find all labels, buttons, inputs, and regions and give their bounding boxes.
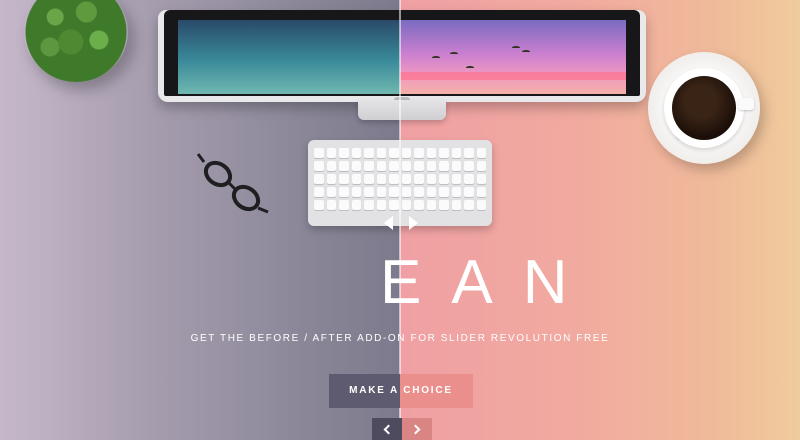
monitor-stand bbox=[358, 100, 446, 120]
glasses-icon bbox=[196, 153, 269, 214]
prev-slide-button[interactable] bbox=[372, 418, 402, 440]
bird-icon bbox=[522, 50, 530, 53]
monitor-image bbox=[158, 10, 646, 103]
chevron-left-icon bbox=[383, 424, 394, 434]
monitor-screen-after bbox=[400, 20, 626, 94]
next-slide-button[interactable] bbox=[402, 418, 432, 440]
monitor-screen-before bbox=[178, 20, 400, 94]
before-after-slider[interactable]: EAN GET THE BEFORE / AFTER ADD-ON FOR SL… bbox=[0, 0, 800, 440]
sunset-band bbox=[400, 72, 626, 80]
left-right-arrows-icon[interactable] bbox=[384, 213, 418, 233]
make-a-choice-button[interactable]: MAKE A CHOICE bbox=[329, 374, 473, 408]
coffee-surface bbox=[672, 76, 736, 140]
cta-label: MAKE A CHOICE bbox=[349, 385, 453, 396]
bird-icon bbox=[432, 56, 440, 59]
headline: EAN bbox=[0, 248, 800, 318]
subtitle: GET THE BEFORE / AFTER ADD-ON FOR SLIDER… bbox=[190, 333, 610, 344]
bird-icon bbox=[466, 66, 474, 69]
bird-icon bbox=[512, 46, 520, 49]
cup-handle bbox=[738, 98, 754, 110]
arrow-left-icon bbox=[384, 216, 393, 230]
headline-text: EAN bbox=[380, 248, 598, 317]
arrow-right-icon bbox=[409, 216, 418, 230]
chevron-right-icon bbox=[410, 424, 421, 434]
bird-icon bbox=[450, 52, 458, 55]
